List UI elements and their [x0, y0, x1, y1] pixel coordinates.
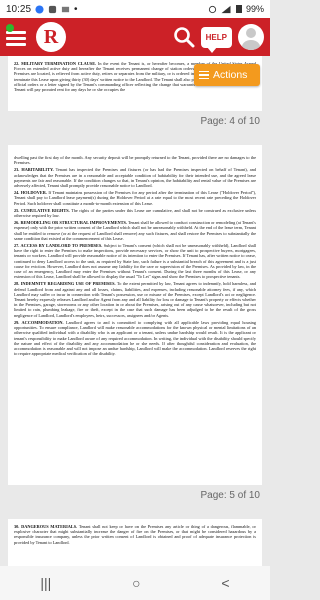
battery-icon [235, 5, 242, 13]
menu-button[interactable] [6, 24, 28, 46]
signal-icon [221, 5, 231, 13]
notification-icon-2 [61, 6, 70, 12]
section-24: 24. HOLDOVER. If Tenant maintains posses… [14, 190, 256, 206]
status-bar: 10:25 • 99% [0, 0, 270, 18]
section-30: 30. DANGEROUS MATERIALS. Tenant shall no… [14, 524, 256, 545]
help-button[interactable]: HELP [200, 26, 232, 53]
alarm-icon [208, 5, 217, 13]
document-page-5: dwelling past the first day of the month… [8, 145, 262, 485]
section-28: 28. INDEMNITY REGARDING USE OF PREMISES.… [14, 281, 256, 317]
page-indicator: Page: 5 of 10 [200, 490, 261, 501]
section-text: Landlord agrees to and is committed to c… [14, 319, 256, 357]
system-nav-bar: ||| ○ < [0, 566, 270, 600]
section-text: If Tenant maintains possession of the Pr… [14, 190, 257, 206]
battery-percent: 99% [245, 4, 264, 14]
notification-icon [48, 5, 57, 13]
section-continuation: dwelling past the first day of the month… [14, 155, 256, 166]
section-text: Subject to Tenant's consent (which shall… [14, 243, 257, 280]
page-indicator: Page: 4 of 10 [200, 116, 261, 127]
notification-dot [6, 24, 14, 32]
app-bar: R HELP [0, 18, 270, 56]
messenger-icon [35, 4, 44, 14]
actions-label: Actions [213, 69, 248, 81]
section-25: 25. CUMULATIVE RIGHTS. The rights of the… [14, 208, 256, 218]
actions-button[interactable]: Actions [194, 64, 260, 86]
status-time: 10:25 [6, 3, 32, 15]
more-notifications-dot: • [74, 3, 78, 15]
back-button[interactable]: < [221, 575, 229, 591]
section-23: 23. HABITABILITY. Tenant has inspected t… [14, 167, 256, 188]
avatar[interactable] [238, 24, 264, 50]
document-page-6: 30. DANGEROUS MATERIALS. Tenant shall no… [8, 519, 262, 566]
search-icon[interactable] [173, 26, 195, 48]
section-text: To the extent permitted by law, Tenant a… [14, 281, 256, 318]
list-icon [199, 70, 209, 80]
section-29: 29. ACCOMMODATION. Landlord agrees to an… [14, 320, 256, 356]
section-26: 26. REMODELING OR STRUCTURAL IMPROVEMENT… [14, 220, 256, 241]
section-27: 27. ACCESS BY LANDLORD TO PREMISES. Subj… [14, 243, 256, 279]
document-viewer[interactable]: 22. MILITARY TERMINATION CLAUSE. In the … [0, 56, 270, 566]
home-button[interactable]: ○ [132, 575, 140, 591]
recents-button[interactable]: ||| [40, 575, 51, 591]
app-logo[interactable]: R [36, 22, 66, 52]
